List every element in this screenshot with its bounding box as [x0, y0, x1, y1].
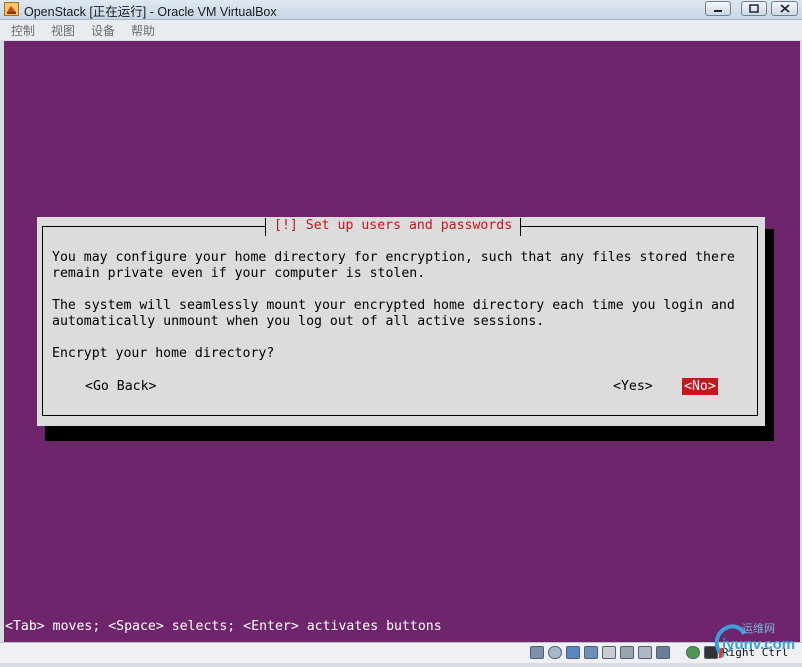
mouse-integration-icon[interactable] — [686, 646, 700, 659]
close-button[interactable] — [771, 1, 798, 16]
video-capture-icon[interactable] — [638, 646, 652, 659]
watermark-line2: iyunv.com — [722, 636, 796, 653]
hard-disk-icon[interactable] — [530, 646, 544, 659]
usb-icon[interactable] — [566, 646, 580, 659]
paragraph2-line2: automatically unmount when you log out o… — [52, 314, 545, 329]
keyboard-hint: <Tab> moves; <Space> selects; <Enter> ac… — [5, 619, 442, 634]
site-watermark: 运维网 iyunv.com — [712, 616, 802, 662]
virtualbox-app-icon — [4, 2, 19, 16]
shared-folders-icon[interactable] — [602, 646, 616, 659]
close-icon — [779, 4, 790, 13]
maximize-icon — [749, 4, 759, 13]
window-title-bar: OpenStack [正在运行] - Oracle VM VirtualBox — [0, 0, 802, 20]
paragraph2-line1: The system will seamlessly mount your en… — [52, 298, 735, 313]
paragraph1-line1: You may configure your home directory fo… — [52, 250, 735, 265]
go-back-button[interactable]: <Go Back> — [83, 378, 158, 395]
dialog-title: [!] Set up users and passwords — [265, 218, 522, 236]
virtualization-icon[interactable] — [656, 646, 670, 659]
menu-view[interactable]: 视图 — [51, 22, 75, 39]
watermark-line1: 运维网 — [742, 623, 775, 635]
menu-help[interactable]: 帮助 — [131, 22, 155, 39]
window-title: OpenStack [正在运行] - Oracle VM VirtualBox — [24, 5, 277, 19]
status-bar: Right Ctrl — [0, 642, 802, 663]
minimize-icon — [714, 9, 722, 12]
menu-bar: 控制 视图 设备 帮助 — [0, 20, 802, 40]
display-icon[interactable] — [620, 646, 634, 659]
vm-screen[interactable]: [!] Set up users and passwords You may c… — [4, 41, 800, 642]
encrypt-question: Encrypt your home directory? — [52, 346, 275, 361]
menu-control[interactable]: 控制 — [11, 22, 35, 39]
minimize-button[interactable] — [705, 1, 731, 16]
paragraph1-line2: remain private even if your computer is … — [52, 266, 426, 281]
no-button[interactable]: <No> — [682, 378, 718, 395]
maximize-button[interactable] — [741, 1, 767, 16]
menu-devices[interactable]: 设备 — [91, 22, 115, 39]
network-icon[interactable] — [584, 646, 598, 659]
yes-button[interactable]: <Yes> — [611, 378, 655, 395]
optical-drive-icon[interactable] — [548, 646, 562, 659]
